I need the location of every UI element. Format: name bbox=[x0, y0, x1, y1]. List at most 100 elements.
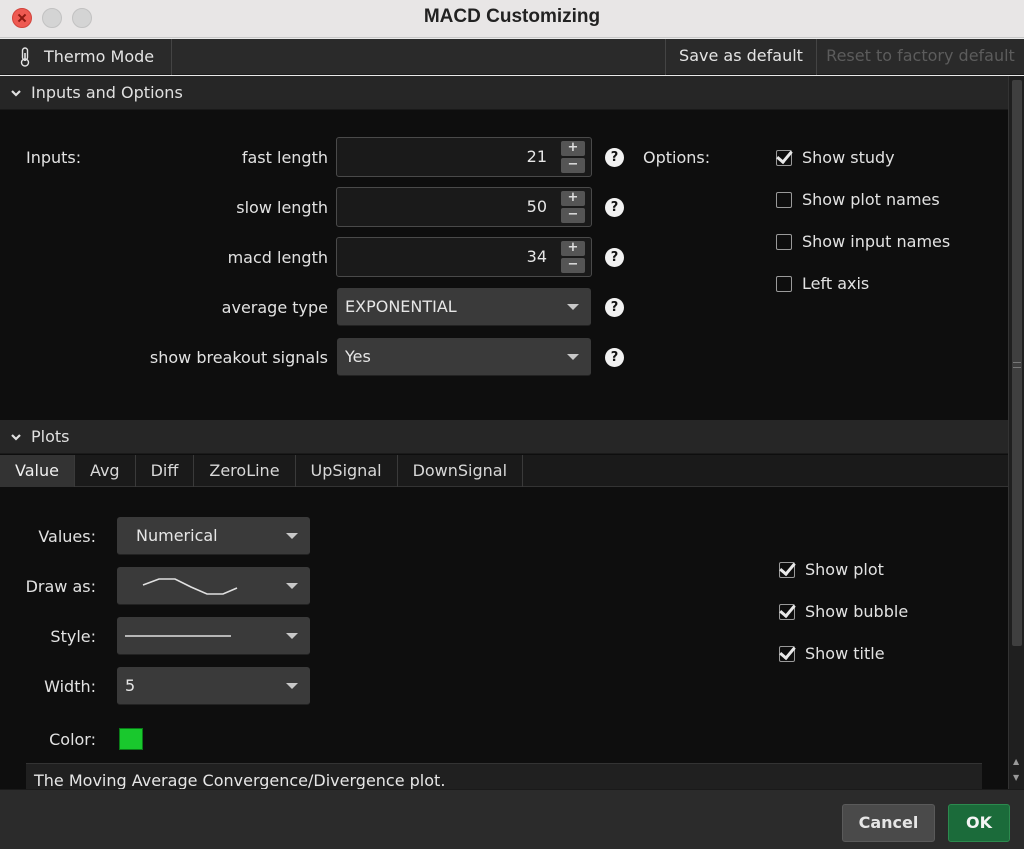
line-curve-icon bbox=[142, 578, 238, 595]
show-input-names-option[interactable]: Show input names bbox=[776, 232, 950, 251]
color-label: Color: bbox=[49, 730, 96, 749]
plot-tabs: Value Avg Diff ZeroLine UpSignal DownSig… bbox=[0, 455, 1008, 487]
style-select[interactable] bbox=[117, 617, 310, 655]
show-breakout-signals-label: show breakout signals bbox=[149, 348, 328, 367]
tab-value[interactable]: Value bbox=[0, 455, 75, 487]
slow-length-decrement-button[interactable]: − bbox=[561, 208, 585, 223]
solid-line-icon bbox=[125, 635, 231, 637]
show-input-names-label: Show input names bbox=[802, 232, 951, 251]
cancel-button[interactable]: Cancel bbox=[842, 804, 935, 842]
show-plot-checkbox[interactable] bbox=[779, 561, 795, 578]
dialog-toolbar: Thermo Mode Save as default Reset to fac… bbox=[0, 39, 1024, 75]
tab-downsignal[interactable]: DownSignal bbox=[398, 455, 524, 487]
fast-length-stepper: + − bbox=[561, 141, 585, 173]
tab-upsignal[interactable]: UpSignal bbox=[296, 455, 398, 487]
thermo-mode-button[interactable]: Thermo Mode bbox=[0, 39, 172, 75]
show-plot-option[interactable]: Show plot bbox=[779, 560, 884, 579]
inputs-options-title: Inputs and Options bbox=[31, 83, 183, 102]
inputs-options-section-header[interactable]: Inputs and Options bbox=[0, 76, 1008, 110]
show-plot-names-checkbox[interactable] bbox=[776, 191, 792, 208]
show-plot-label: Show plot bbox=[805, 560, 884, 579]
values-value: Numerical bbox=[136, 526, 218, 545]
fast-length-help-icon[interactable]: ? bbox=[605, 148, 624, 167]
fast-length-value: 21 bbox=[526, 147, 547, 166]
inputs-label: Inputs: bbox=[26, 148, 82, 167]
slow-length-input[interactable]: 50 + − bbox=[336, 187, 592, 227]
fast-length-increment-button[interactable]: + bbox=[561, 141, 585, 156]
tab-diff[interactable]: Diff bbox=[136, 455, 195, 487]
fast-length-label: fast length bbox=[241, 148, 328, 167]
window-title: MACD Customizing bbox=[423, 6, 601, 27]
left-axis-label: Left axis bbox=[802, 274, 870, 293]
show-study-label: Show study bbox=[802, 148, 895, 167]
slow-length-help-icon[interactable]: ? bbox=[605, 198, 624, 217]
macd-length-value: 34 bbox=[526, 247, 547, 266]
dropdown-arrow-icon bbox=[567, 354, 579, 360]
macd-length-help-icon[interactable]: ? bbox=[605, 248, 624, 267]
average-type-value: EXPONENTIAL bbox=[345, 297, 457, 316]
draw-as-select[interactable] bbox=[117, 567, 310, 605]
scroll-up-icon[interactable]: ▲ bbox=[1013, 757, 1019, 766]
macd-length-decrement-button[interactable]: − bbox=[561, 258, 585, 273]
slow-length-label: slow length bbox=[236, 198, 328, 217]
chevron-down-icon bbox=[11, 433, 21, 441]
plot-description: The Moving Average Convergence/Divergenc… bbox=[26, 763, 982, 789]
values-label: Values: bbox=[38, 527, 96, 546]
show-bubble-option[interactable]: Show bubble bbox=[779, 602, 908, 621]
show-title-checkbox[interactable] bbox=[779, 645, 795, 662]
slow-length-stepper: + − bbox=[561, 191, 585, 223]
left-axis-option[interactable]: Left axis bbox=[776, 274, 869, 293]
show-study-option[interactable]: Show study bbox=[776, 148, 895, 167]
dropdown-arrow-icon bbox=[286, 533, 298, 539]
width-value: 5 bbox=[125, 676, 136, 695]
width-select[interactable]: 5 bbox=[117, 667, 310, 705]
show-plot-names-label: Show plot names bbox=[802, 190, 940, 209]
average-type-select[interactable]: EXPONENTIAL bbox=[337, 288, 591, 326]
average-type-label: average type bbox=[221, 298, 328, 317]
ok-button[interactable]: OK bbox=[948, 804, 1010, 842]
style-label: Style: bbox=[50, 627, 96, 646]
show-breakout-signals-help-icon[interactable]: ? bbox=[605, 348, 624, 367]
scroll-down-icon[interactable]: ▼ bbox=[1013, 773, 1019, 782]
plots-title: Plots bbox=[31, 427, 70, 446]
show-plot-names-option[interactable]: Show plot names bbox=[776, 190, 940, 209]
show-title-option[interactable]: Show title bbox=[779, 644, 885, 663]
macd-length-stepper: + − bbox=[561, 241, 585, 273]
plot-color-swatch[interactable] bbox=[119, 728, 143, 750]
show-study-checkbox[interactable] bbox=[776, 149, 792, 166]
macd-length-input[interactable]: 34 + − bbox=[336, 237, 592, 277]
content-scrollbar[interactable]: ▲ ▼ bbox=[1008, 76, 1024, 789]
scrollbar-grip-icon bbox=[1013, 362, 1021, 368]
save-as-default-button[interactable]: Save as default bbox=[665, 39, 817, 75]
tab-avg[interactable]: Avg bbox=[75, 455, 136, 487]
reset-to-factory-default-button[interactable]: Reset to factory default bbox=[817, 39, 1024, 75]
dropdown-arrow-icon bbox=[286, 583, 298, 589]
fast-length-input[interactable]: 21 + − bbox=[336, 137, 592, 177]
values-select[interactable]: Numerical bbox=[117, 517, 310, 555]
draw-as-label: Draw as: bbox=[25, 577, 96, 596]
tab-zeroline[interactable]: ZeroLine bbox=[194, 455, 296, 487]
show-breakout-signals-select[interactable]: Yes bbox=[337, 338, 591, 376]
show-title-label: Show title bbox=[805, 644, 885, 663]
thermometer-icon bbox=[20, 47, 30, 67]
show-bubble-checkbox[interactable] bbox=[779, 603, 795, 620]
window-titlebar: MACD Customizing bbox=[0, 0, 1024, 38]
chevron-down-icon bbox=[11, 89, 21, 97]
dropdown-arrow-icon bbox=[286, 683, 298, 689]
fast-length-decrement-button[interactable]: − bbox=[561, 158, 585, 173]
width-label: Width: bbox=[44, 677, 96, 696]
options-label: Options: bbox=[643, 148, 711, 167]
plots-section-header[interactable]: Plots bbox=[0, 420, 1008, 454]
dialog-content: Inputs and Options Inputs: fast length 2… bbox=[0, 76, 1008, 789]
show-input-names-checkbox[interactable] bbox=[776, 233, 792, 250]
slow-length-increment-button[interactable]: + bbox=[561, 191, 585, 206]
dropdown-arrow-icon bbox=[286, 633, 298, 639]
left-axis-checkbox[interactable] bbox=[776, 275, 792, 292]
show-bubble-label: Show bubble bbox=[805, 602, 909, 621]
thermo-mode-label: Thermo Mode bbox=[44, 47, 155, 66]
macd-length-increment-button[interactable]: + bbox=[561, 241, 585, 256]
average-type-help-icon[interactable]: ? bbox=[605, 298, 624, 317]
dialog-footer: Cancel OK bbox=[0, 789, 1024, 849]
macd-length-label: macd length bbox=[227, 248, 328, 267]
show-breakout-signals-value: Yes bbox=[345, 347, 371, 366]
